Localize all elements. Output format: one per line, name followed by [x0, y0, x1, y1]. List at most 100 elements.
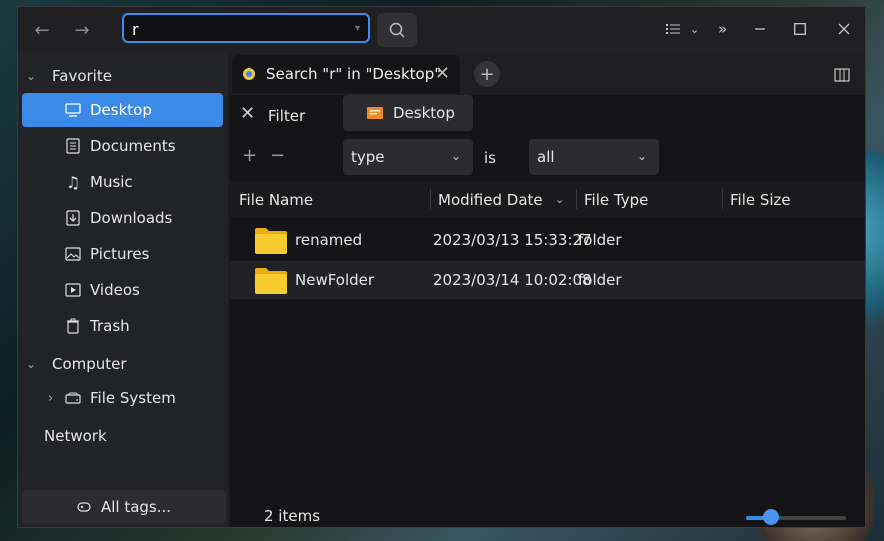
item-count: 2 items	[264, 507, 321, 525]
sidebar-group-favorite[interactable]: ⌄ Favorite	[26, 61, 112, 91]
all-tags-button[interactable]: All tags...	[22, 490, 226, 524]
column-header-file-type[interactable]: File Type	[584, 191, 648, 209]
sidebar-item-label: Videos	[90, 281, 140, 299]
location-label: Desktop	[393, 104, 455, 122]
sidebar-item-pictures[interactable]: Pictures	[22, 237, 223, 271]
search-input-value: r	[132, 19, 139, 39]
filter-label: Filter	[268, 107, 306, 125]
close-icon	[838, 23, 850, 35]
modified-date-cell: 2023/03/14 10:02:08	[433, 271, 592, 289]
sort-chevron-down-icon[interactable]: ⌄	[555, 193, 564, 206]
file-type-cell: folder	[578, 271, 622, 289]
chevron-down-icon: ⌄	[26, 69, 37, 83]
sidebar: ⌄ Favorite Desktop Documents ♫ Music Dow…	[18, 53, 228, 527]
main-panel: Search "r" in "Desktop" ✕ + ✕ Filter Des…	[230, 53, 865, 527]
status-bar: 2 items	[230, 497, 865, 527]
remove-condition-button[interactable]: −	[270, 145, 285, 166]
search-tab-icon	[243, 68, 255, 80]
column-header-modified-date[interactable]: Modified Date	[438, 191, 543, 209]
tag-icon	[77, 502, 91, 512]
zoom-slider-handle[interactable]	[763, 509, 779, 525]
filter-bar: ✕ Filter Desktop	[230, 95, 865, 135]
sidebar-item-videos[interactable]: Videos	[22, 273, 223, 307]
sidebar-group-label: Network	[44, 427, 107, 445]
desktop-folder-icon	[367, 107, 383, 119]
sidebar-item-file-system[interactable]: › File System	[22, 381, 223, 415]
tab-search[interactable]: Search "r" in "Desktop" ✕	[232, 55, 460, 93]
file-name-cell: NewFolder	[295, 271, 375, 289]
minimize-button[interactable]	[750, 17, 770, 41]
column-divider[interactable]	[430, 189, 431, 209]
close-window-button[interactable]	[834, 17, 854, 41]
sidebar-item-label: Trash	[90, 317, 130, 335]
sidebar-item-music[interactable]: ♫ Music	[22, 165, 223, 199]
zoom-slider[interactable]	[746, 516, 846, 520]
condition-value: all	[537, 148, 555, 166]
column-divider[interactable]	[576, 189, 577, 209]
condition-row: + − type ⌄ is all ⌄	[230, 139, 865, 175]
column-divider[interactable]	[722, 189, 723, 209]
chevron-right-icon[interactable]: ›	[48, 391, 53, 406]
videos-icon	[64, 281, 82, 299]
drive-icon	[64, 389, 82, 407]
add-tab-button[interactable]: +	[474, 61, 500, 87]
all-tags-label: All tags...	[100, 498, 172, 516]
downloads-icon	[64, 209, 82, 227]
arrow-right-icon: →	[74, 19, 90, 41]
sidebar-item-label: Music	[90, 173, 133, 191]
view-options-dropdown[interactable]: ⌄	[690, 17, 699, 41]
condition-field-value: type	[351, 148, 385, 166]
more-button[interactable]: »	[718, 17, 727, 41]
condition-field-select[interactable]: type ⌄	[343, 139, 473, 175]
sidebar-item-desktop[interactable]: Desktop	[22, 93, 223, 127]
search-button[interactable]	[377, 13, 417, 47]
sidebar-group-computer[interactable]: ⌄ Computer	[26, 349, 127, 379]
table-row[interactable]: NewFolder 2023/03/14 10:02:08 folder	[230, 261, 865, 299]
search-input[interactable]: r ▾	[122, 13, 370, 43]
chevron-down-icon: ⌄	[636, 149, 647, 163]
view-mode-button[interactable]	[666, 17, 680, 41]
back-button[interactable]: ←	[26, 15, 58, 45]
desktop-icon	[64, 101, 82, 119]
file-name-cell: renamed	[295, 231, 363, 249]
close-filter-icon[interactable]: ✕	[240, 103, 255, 124]
plus-icon: +	[479, 63, 495, 85]
condition-value-select[interactable]: all ⌄	[529, 139, 659, 175]
sidebar-item-downloads[interactable]: Downloads	[22, 201, 223, 235]
sidebar-item-label: Pictures	[90, 245, 150, 263]
sidebar-item-label: File System	[90, 389, 176, 407]
table-header: File Name Modified Date ⌄ File Type File…	[230, 181, 865, 217]
trash-icon	[64, 317, 82, 335]
history-dropdown-icon[interactable]: ▾	[355, 23, 360, 34]
tab-label: Search "r" in "Desktop"	[266, 65, 442, 83]
sidebar-item-label: Documents	[90, 137, 176, 155]
sidebar-item-label: Downloads	[90, 209, 173, 227]
minimize-icon	[755, 28, 765, 30]
double-chevron-right-icon: »	[718, 20, 728, 38]
maximize-icon	[794, 23, 806, 35]
sidebar-item-label: Desktop	[90, 101, 152, 119]
add-condition-button[interactable]: +	[242, 145, 257, 166]
sidebar-item-documents[interactable]: Documents	[22, 129, 223, 163]
close-tab-icon[interactable]: ✕	[435, 63, 450, 84]
sidebar-item-trash[interactable]: Trash	[22, 309, 223, 343]
chevron-down-icon: ⌄	[26, 357, 37, 371]
sidebar-group-network[interactable]: Network	[44, 421, 107, 451]
documents-icon	[64, 137, 82, 155]
file-type-cell: folder	[578, 231, 622, 249]
forward-button[interactable]: →	[66, 15, 98, 45]
columns-icon	[834, 68, 850, 82]
column-header-file-name[interactable]: File Name	[239, 191, 313, 209]
toggle-detail-view-button[interactable]	[834, 63, 850, 87]
folder-icon	[255, 268, 287, 294]
list-view-icon	[666, 24, 680, 34]
column-header-file-size[interactable]: File Size	[730, 191, 791, 209]
file-manager-window: ← → r ▾ ⌄ » ⌄ Favorite Desktop Documents…	[17, 6, 866, 528]
table-row[interactable]: renamed 2023/03/13 15:33:27 folder	[230, 221, 865, 259]
maximize-button[interactable]	[790, 17, 810, 41]
music-icon: ♫	[65, 172, 81, 192]
search-location-chip[interactable]: Desktop	[343, 95, 473, 131]
search-icon	[389, 22, 405, 38]
chevron-down-icon: ⌄	[450, 149, 461, 163]
arrow-left-icon: ←	[34, 19, 50, 41]
